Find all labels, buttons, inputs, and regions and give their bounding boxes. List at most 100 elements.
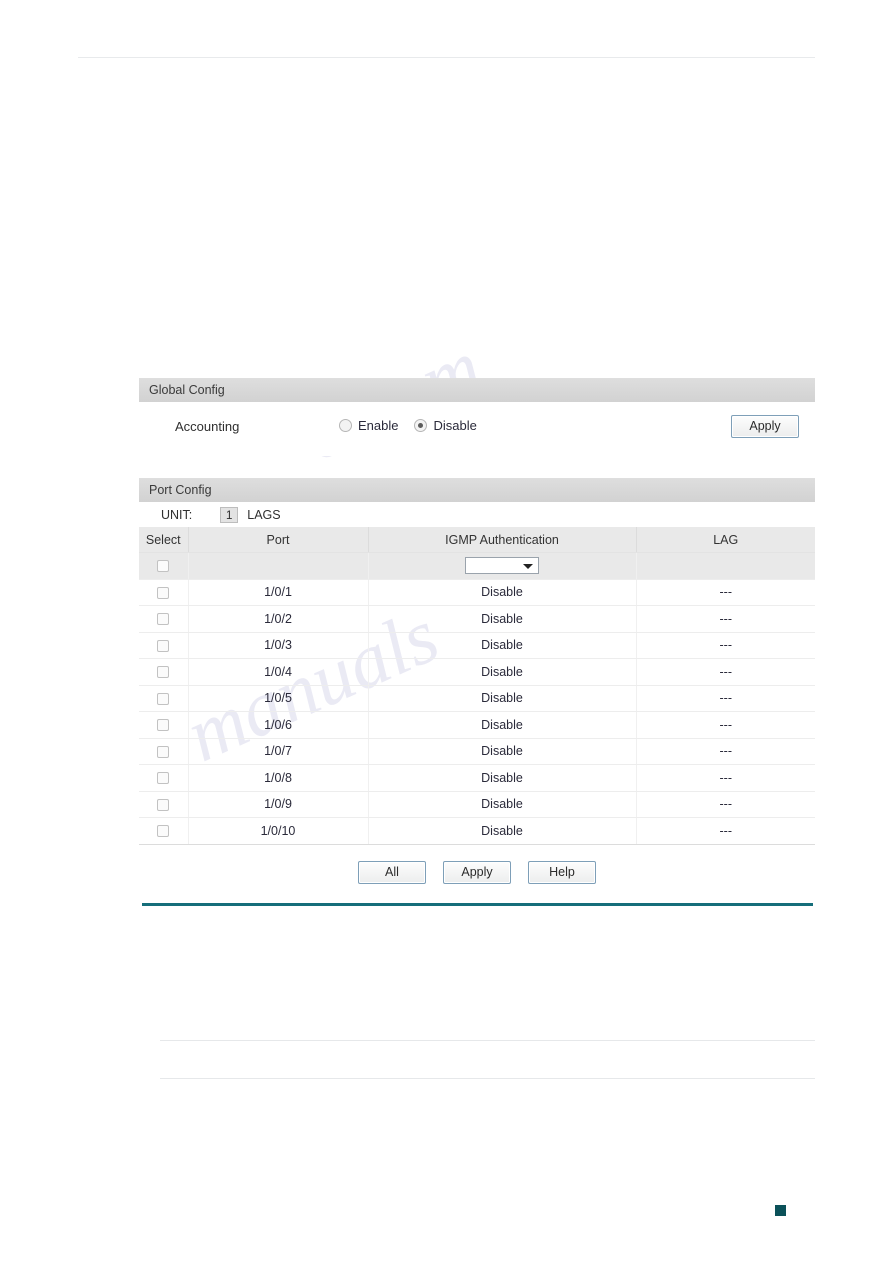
unit-label: UNIT:	[161, 507, 193, 522]
section-divider-rule	[142, 902, 813, 906]
table-action-buttons: All Apply Help	[139, 860, 815, 884]
row-lag: ---	[636, 658, 815, 686]
table-row: 1/0/1 Disable ---	[139, 579, 815, 606]
document-page: e.com manuals Global Config Accounting E…	[0, 0, 893, 1263]
row-port: 1/0/5	[188, 685, 369, 712]
row-select-cell	[139, 817, 189, 845]
row-lag: ---	[636, 579, 815, 606]
row-checkbox[interactable]	[157, 666, 170, 679]
row-igmp-authentication: Disable	[368, 685, 637, 712]
table-row: 1/0/2 Disable ---	[139, 605, 815, 633]
page-corner-mark	[775, 1205, 786, 1216]
table-row: 1/0/7 Disable ---	[139, 738, 815, 765]
row-checkbox[interactable]	[157, 692, 170, 705]
unit-selector-row: UNIT: 1 LAGS	[139, 502, 815, 527]
column-header-port: Port	[188, 527, 369, 553]
global-apply-button[interactable]: Apply	[731, 415, 799, 438]
row-igmp-authentication: Disable	[368, 817, 637, 845]
row-port: 1/0/3	[188, 632, 369, 659]
chevron-down-icon	[523, 564, 533, 570]
row-lag: ---	[636, 817, 815, 845]
all-button[interactable]: All	[358, 860, 426, 884]
row-port: 1/0/4	[188, 658, 369, 686]
row-port: 1/0/7	[188, 738, 369, 765]
page-top-rule	[78, 57, 815, 58]
row-port: 1/0/9	[188, 791, 369, 818]
row-port: 1/0/6	[188, 711, 369, 739]
help-button[interactable]: Help	[528, 860, 596, 884]
table-filter-row	[139, 552, 815, 580]
switch-web-ui: Global Config Accounting Enable Disable …	[139, 378, 815, 906]
column-header-igmp-authentication: IGMP Authentication	[368, 527, 637, 553]
accounting-radio-group: Enable Disable	[339, 418, 487, 433]
radio-enable-label: Enable	[358, 418, 399, 433]
unit-tab-1[interactable]: 1	[220, 506, 239, 523]
global-config-body: Accounting Enable Disable Apply	[139, 402, 815, 456]
apply-button[interactable]: Apply	[443, 860, 511, 884]
row-igmp-authentication: Disable	[368, 632, 637, 659]
row-select-cell	[139, 791, 189, 818]
row-lag: ---	[636, 632, 815, 659]
port-config-header: Port Config	[139, 478, 815, 502]
row-lag: ---	[636, 685, 815, 712]
row-igmp-authentication: Disable	[368, 738, 637, 765]
footer-rule-top	[160, 1040, 815, 1041]
row-igmp-authentication: Disable	[368, 658, 637, 686]
row-igmp-authentication: Disable	[368, 605, 637, 633]
row-select-cell	[139, 738, 189, 765]
row-select-cell	[139, 685, 189, 712]
column-header-select: Select	[139, 527, 189, 553]
row-igmp-authentication: Disable	[368, 791, 637, 818]
row-igmp-authentication: Disable	[368, 764, 637, 792]
radio-disable[interactable]	[414, 419, 428, 432]
igmp-authentication-select[interactable]	[465, 557, 539, 575]
row-select-cell	[139, 632, 189, 659]
row-lag: ---	[636, 605, 815, 633]
row-select-cell	[139, 658, 189, 686]
row-checkbox[interactable]	[157, 586, 170, 599]
row-lag: ---	[636, 791, 815, 818]
row-select-cell	[139, 579, 189, 606]
row-checkbox[interactable]	[157, 613, 170, 626]
row-select-cell	[139, 764, 189, 792]
row-port: 1/0/2	[188, 605, 369, 633]
row-checkbox[interactable]	[157, 719, 170, 732]
row-checkbox[interactable]	[157, 772, 170, 785]
radio-enable[interactable]	[339, 419, 352, 432]
row-select-cell	[139, 605, 189, 633]
row-checkbox[interactable]	[157, 745, 170, 758]
radio-disable-label: Disable	[433, 418, 477, 433]
filter-igmp-cell	[368, 552, 637, 580]
port-config-section: Port Config UNIT: 1 LAGS Select Port IGM…	[139, 478, 815, 906]
row-lag: ---	[636, 764, 815, 792]
table-row: 1/0/5 Disable ---	[139, 685, 815, 712]
table-row: 1/0/4 Disable ---	[139, 658, 815, 686]
column-header-lag: LAG	[636, 527, 815, 553]
filter-port-cell	[188, 552, 369, 580]
accounting-label: Accounting	[175, 419, 240, 434]
table-row: 1/0/3 Disable ---	[139, 632, 815, 659]
row-select-cell	[139, 711, 189, 739]
filter-lag-cell	[636, 552, 815, 580]
row-port: 1/0/1	[188, 579, 369, 606]
row-checkbox[interactable]	[157, 798, 170, 811]
row-port: 1/0/10	[188, 817, 369, 845]
port-config-table: Select Port IGMP Authentication LAG 1/0/…	[139, 527, 815, 845]
global-config-header: Global Config	[139, 378, 815, 402]
row-checkbox[interactable]	[157, 825, 170, 838]
table-row: 1/0/10 Disable ---	[139, 817, 815, 845]
row-port: 1/0/8	[188, 764, 369, 792]
table-row: 1/0/9 Disable ---	[139, 791, 815, 818]
footer-rule-bottom	[160, 1078, 815, 1079]
table-body: 1/0/1 Disable --- 1/0/2 Disable --- 1/0/3 Disab…	[139, 552, 815, 845]
select-all-checkbox[interactable]	[157, 560, 170, 573]
row-igmp-authentication: Disable	[368, 579, 637, 606]
table-row: 1/0/6 Disable ---	[139, 711, 815, 739]
row-lag: ---	[636, 711, 815, 739]
lags-tab[interactable]: LAGS	[247, 508, 280, 522]
table-header-row: Select Port IGMP Authentication LAG	[139, 527, 815, 553]
table-row: 1/0/8 Disable ---	[139, 764, 815, 792]
row-checkbox[interactable]	[157, 639, 170, 652]
row-lag: ---	[636, 738, 815, 765]
row-igmp-authentication: Disable	[368, 711, 637, 739]
